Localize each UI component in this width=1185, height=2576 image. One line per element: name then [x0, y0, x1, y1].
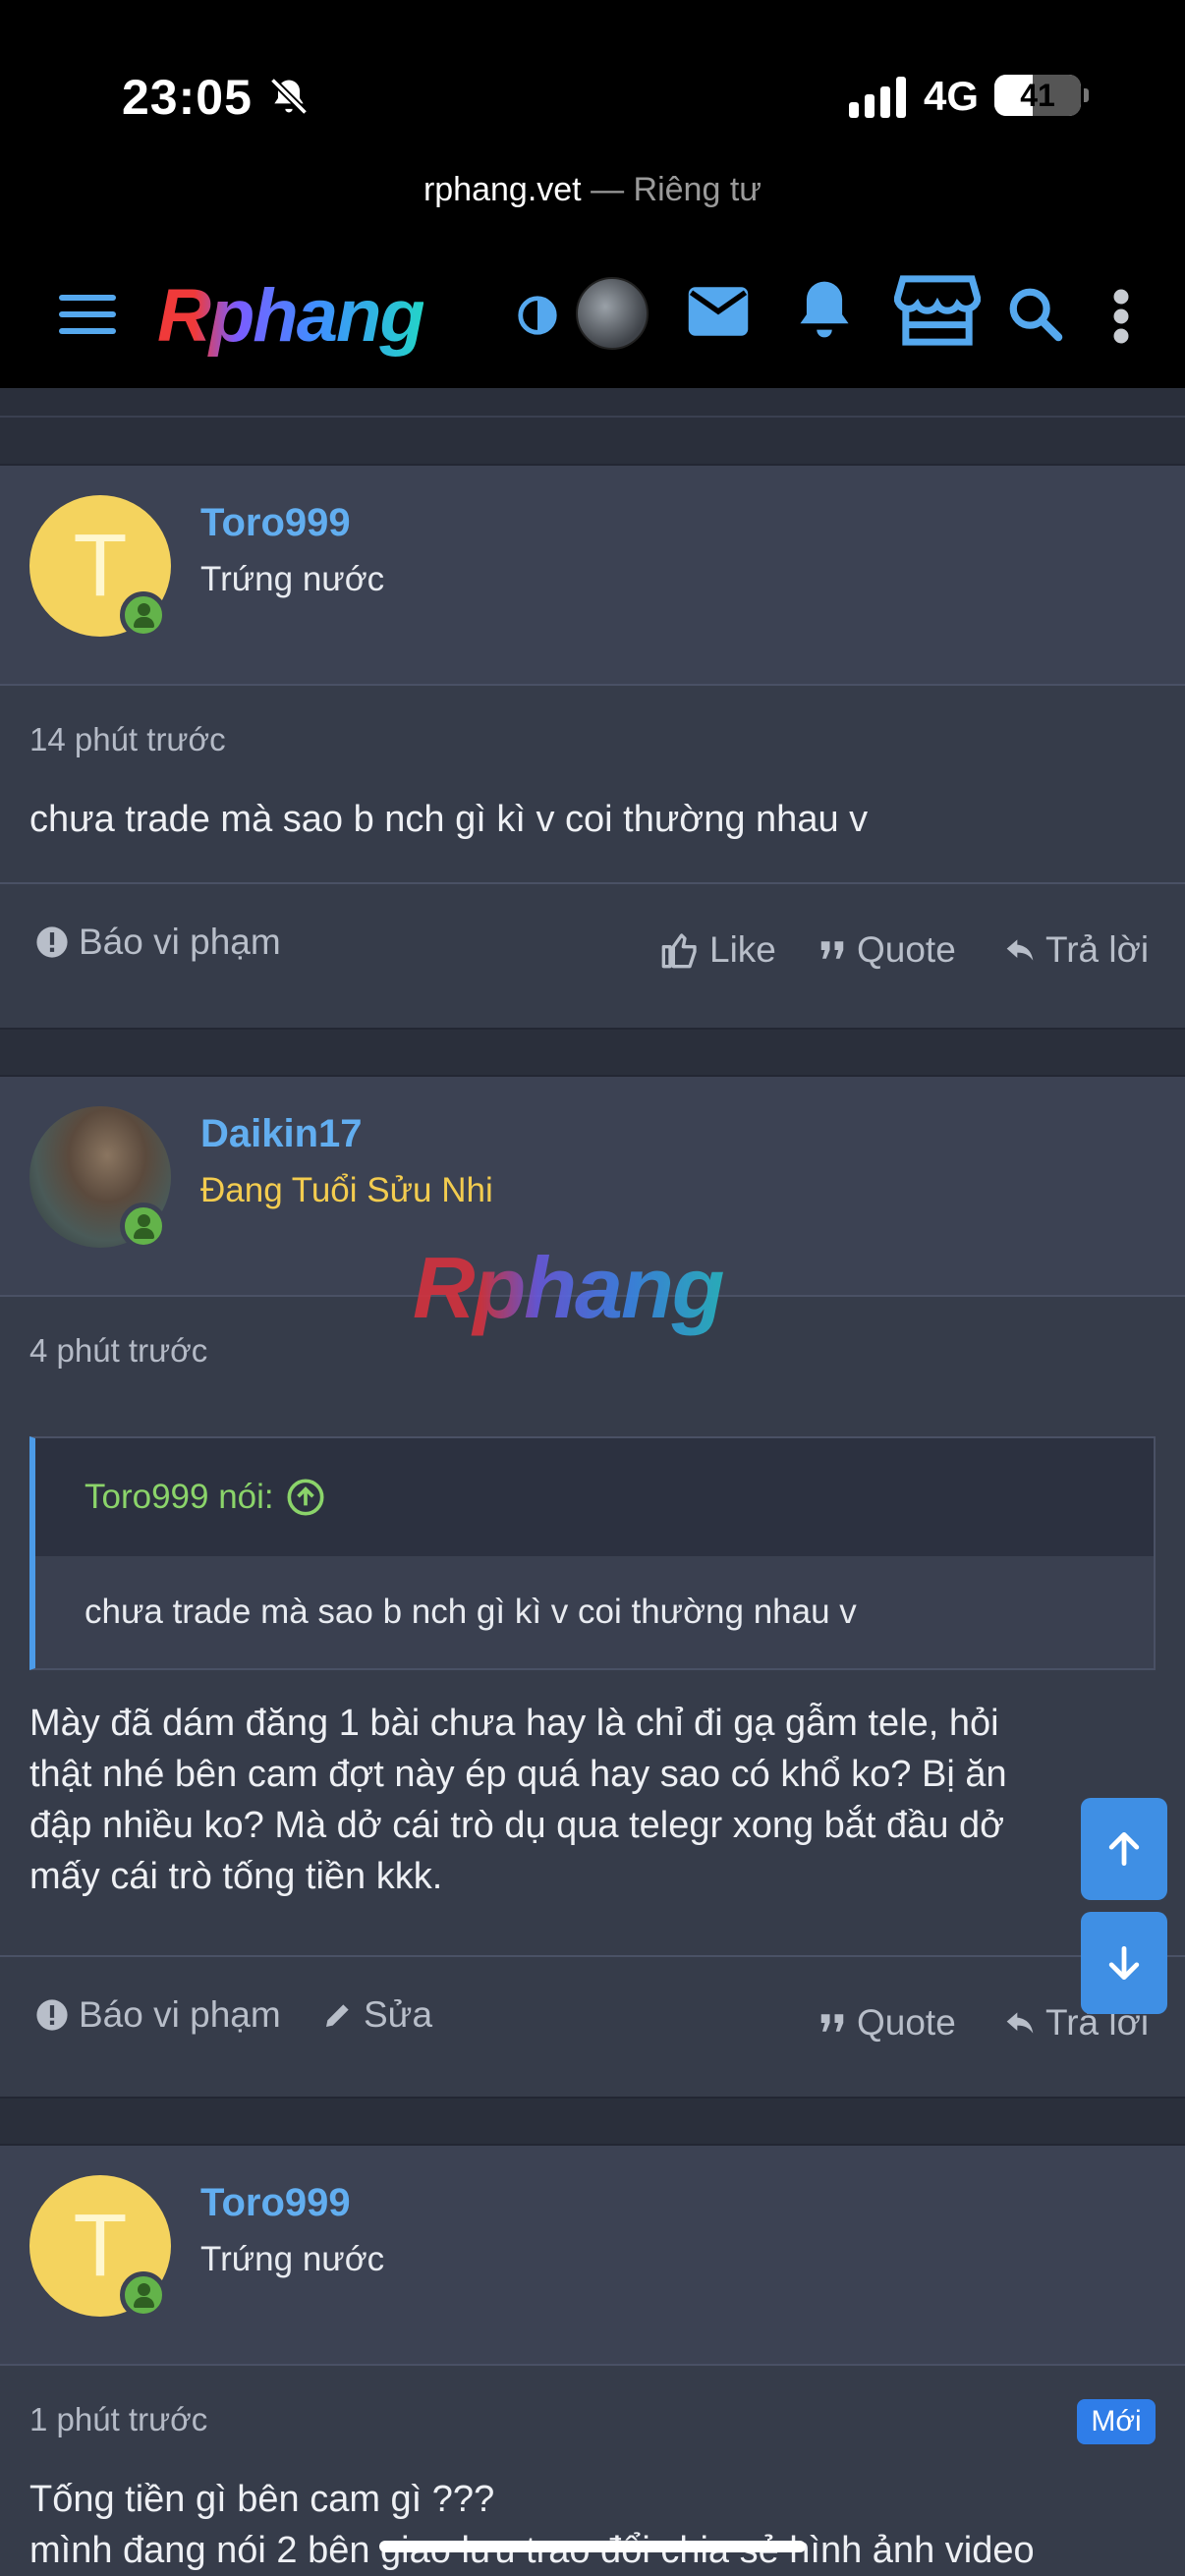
theme-toggle-icon[interactable]: [515, 293, 560, 338]
post-actions: Báo vi phạm Like Quote Trả lời: [0, 882, 1185, 1028]
post-body-line: mấy cái trò tống tiền kkk.: [29, 1856, 443, 1898]
like-label: Like: [709, 929, 776, 970]
post: Daikin17 Đang Tuổi Sửu Nhi 4 phút trước …: [0, 1077, 1185, 2097]
site-logo[interactable]: Rphang: [157, 273, 425, 359]
edit-button[interactable]: Sửa: [322, 1994, 432, 2036]
online-status-icon: [120, 1203, 167, 1250]
report-button[interactable]: Báo vi phạm: [35, 1994, 281, 2036]
reply-label: Trả lời: [1045, 929, 1150, 970]
scroll-to-bottom-button[interactable]: [1081, 1912, 1167, 2014]
battery-level: 41: [1020, 78, 1055, 113]
post-actions: Báo vi phạm Sửa Quote Trả lời: [0, 1955, 1185, 2097]
online-status-icon: [120, 2271, 167, 2319]
online-status-icon: [120, 591, 167, 639]
network-type: 4G: [924, 73, 980, 119]
report-label: Báo vi phạm: [79, 922, 281, 962]
mail-icon[interactable]: [686, 283, 751, 340]
post-timestamp[interactable]: 4 phút trước: [29, 1332, 207, 1370]
previous-post-edge: [0, 388, 1185, 418]
post-username[interactable]: Toro999: [200, 2181, 351, 2225]
post: T Toro999 Trứng nước 1 phút trước Mới Tố…: [0, 2146, 1185, 2576]
report-button[interactable]: Báo vi phạm: [35, 922, 281, 963]
report-label: Báo vi phạm: [79, 1994, 281, 2035]
post-body-line: Mày đã dám đăng 1 bài chưa hay là chỉ đi…: [29, 1703, 999, 1744]
arrow-up-circle-icon[interactable]: [286, 1478, 325, 1517]
post-body: Tống tiền gì bên cam gì ??? mình đang nó…: [29, 2474, 1156, 2576]
search-icon[interactable]: [1006, 285, 1063, 342]
quote-button[interactable]: Quote: [818, 2002, 956, 2044]
pencil-icon: [326, 2004, 349, 2027]
thumbs-up-icon: [661, 933, 697, 969]
post-username[interactable]: Daikin17: [200, 1112, 363, 1156]
post-username[interactable]: Toro999: [200, 501, 351, 545]
like-button[interactable]: Like: [660, 929, 776, 971]
alert-icon: [36, 926, 68, 958]
url-domain: rphang.vet: [423, 171, 582, 208]
arrow-up-icon: [1108, 1831, 1140, 1867]
private-mode-label: Riêng tư: [633, 171, 762, 208]
quote-header[interactable]: Toro999 nói:: [35, 1438, 1154, 1556]
more-icon[interactable]: [1110, 287, 1132, 346]
quote-label: Quote: [857, 2002, 956, 2043]
address-bar[interactable]: rphang.vet — Riêng tư: [0, 171, 1185, 209]
quote-icon: [820, 2014, 844, 2032]
bell-icon[interactable]: [794, 275, 855, 344]
post-body-line: đập nhiều ko? Mà dở cái trò dụ qua teleg…: [29, 1805, 1005, 1847]
quote-block: Toro999 nói: chưa trade mà sao b nch gì …: [29, 1436, 1156, 1670]
reply-icon: [1006, 939, 1034, 961]
arrow-down-icon: [1108, 1945, 1140, 1981]
signal-icon: [849, 77, 906, 118]
home-indicator[interactable]: [379, 2541, 806, 2552]
post-body: Mày đã dám đăng 1 bài chưa hay là chỉ đi…: [29, 1698, 1126, 1902]
user-title: Trứng nước: [200, 2240, 385, 2278]
post-timestamp[interactable]: 1 phút trước: [29, 2401, 207, 2438]
reply-button[interactable]: Trả lời: [1004, 929, 1149, 971]
reply-icon: [1006, 2012, 1034, 2034]
status-time: 23:05: [122, 70, 253, 125]
avatar[interactable]: [576, 277, 649, 350]
post-body-line: Tống tiền gì bên cam gì ???: [29, 2479, 495, 2520]
edit-label: Sửa: [364, 1994, 433, 2035]
user-title: Đang Tuổi Sửu Nhi: [200, 1171, 493, 1209]
store-icon[interactable]: [894, 273, 981, 348]
post-author-block: T Toro999 Trứng nước: [0, 2146, 1185, 2366]
quote-icon: [820, 941, 844, 959]
watermark-logo: Rphang: [413, 1239, 725, 1336]
post-body-line: thật nhé bên cam đợt này ép quá hay sao …: [29, 1754, 1007, 1796]
new-badge: Mới: [1077, 2399, 1156, 2444]
battery-icon: 41: [994, 75, 1089, 116]
scroll-to-top-button[interactable]: [1081, 1798, 1167, 1900]
quote-text: chưa trade mà sao b nch gì kì v coi thườ…: [35, 1556, 1154, 1668]
site-header: Rphang: [0, 246, 1185, 388]
alert-icon: [36, 1999, 68, 2031]
quote-label: Quote: [857, 929, 956, 970]
post-author-block: T Toro999 Trứng nước: [0, 466, 1185, 686]
bell-off-icon: [269, 77, 309, 116]
url-separator: —: [591, 171, 625, 208]
post: T Toro999 Trứng nước 14 phút trước chưa …: [0, 466, 1185, 1028]
user-title: Trứng nước: [200, 560, 385, 598]
quote-button[interactable]: Quote: [818, 929, 956, 971]
quote-author: Toro999 nói:: [85, 1478, 274, 1516]
post-timestamp[interactable]: 14 phút trước: [29, 721, 226, 758]
menu-icon[interactable]: [59, 295, 116, 338]
post-body: chưa trade mà sao b nch gì kì v coi thườ…: [29, 799, 869, 840]
